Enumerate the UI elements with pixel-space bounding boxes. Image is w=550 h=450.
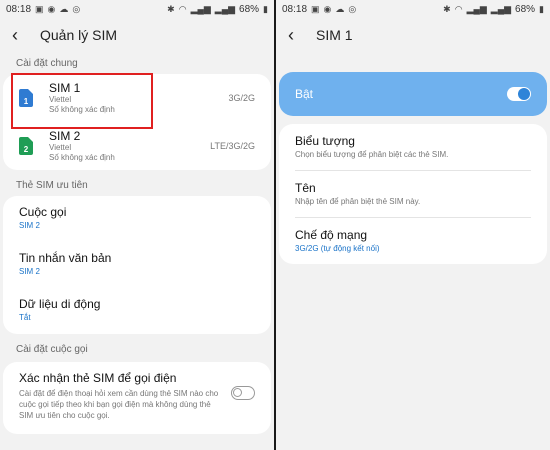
bluetooth-icon: ✱: [443, 3, 451, 14]
sim-carrier: Viettel: [49, 143, 72, 152]
battery-percent: 68%: [239, 3, 260, 15]
signal-2-icon: ▂▄▆: [214, 3, 236, 14]
call-settings-card: Xác nhận thẻ SIM để gọi điện Cài đặt để …: [3, 362, 271, 434]
signal-2-icon: ▂▄▆: [490, 3, 512, 14]
setting-desc: Nhập tên để phân biệt thẻ SIM này.: [295, 197, 421, 206]
sim-network: 3G/2G: [228, 93, 255, 103]
back-arrow-icon[interactable]: ‹: [12, 25, 34, 46]
preferred-data-item[interactable]: Dữ liệu di động Tắt: [3, 288, 271, 334]
status-time: 08:18: [282, 3, 308, 15]
signal-icon: ▂▄▆: [190, 3, 211, 14]
confirm-title: Xác nhận thẻ SIM để gọi điện: [19, 371, 177, 385]
sim-settings-card: Biểu tượng Chọn biểu tượng để phân biệt …: [279, 124, 547, 264]
cloud-icon: ☁: [335, 3, 345, 14]
sim-2-row[interactable]: 2 SIM 2 Viettel Số không xác định LTE/3G…: [3, 122, 271, 170]
sim-icon-setting[interactable]: Biểu tượng Chọn biểu tượng để phân biệt …: [279, 124, 547, 170]
notification-icon: ◉: [323, 3, 332, 14]
setting-desc: Chọn biểu tượng để phân biệt các thẻ SIM…: [295, 150, 449, 159]
confirm-sim-toggle[interactable]: [231, 386, 255, 400]
circle-icon: ◎: [348, 3, 357, 14]
pref-title: Tin nhắn văn bản: [19, 251, 112, 265]
wifi-icon: ◠: [178, 3, 187, 14]
preferred-calls-item[interactable]: Cuộc gọi SIM 2: [3, 196, 271, 242]
network-mode-setting[interactable]: Chế độ mạng 3G/2G (tự động kết nối): [279, 218, 547, 264]
sim-name-setting[interactable]: Tên Nhập tên để phân biệt thẻ SIM này.: [279, 171, 547, 217]
sim-manager-screen: 08:18 ▣ ◉ ☁ ◎ ✱ ◠ ▂▄▆ ▂▄▆ 68% ▮ ‹ Quản l…: [0, 0, 274, 450]
sim-list-card: 1 SIM 1 Viettel Số không xác định 3G/2G …: [3, 73, 271, 170]
sim-enable-bar[interactable]: Bật: [279, 72, 547, 116]
app-bar: ‹ Quản lý SIM: [0, 18, 274, 52]
page-title: Quản lý SIM: [40, 27, 118, 43]
cloud-icon: ☁: [59, 3, 69, 14]
setting-value: 3G/2G (tự động kết nối): [295, 244, 380, 253]
general-settings-header: Cài đặt chung: [16, 58, 78, 69]
battery-icon: ▮: [539, 3, 544, 14]
signal-icon: ▂▄▆: [466, 3, 487, 14]
circle-icon: ◎: [72, 3, 81, 14]
sim-enable-label: Bật: [295, 87, 314, 101]
pref-title: Dữ liệu di động: [19, 297, 101, 311]
notification-icon: ◉: [47, 3, 56, 14]
back-arrow-icon[interactable]: ‹: [288, 25, 310, 46]
preferred-messages-item[interactable]: Tin nhắn văn bản SIM 2: [3, 242, 271, 288]
setting-title: Tên: [295, 181, 316, 195]
status-bar: 08:18 ▣ ◉ ☁ ◎ ✱ ◠ ▂▄▆ ▂▄▆ 68% ▮: [0, 0, 274, 18]
call-settings-header: Cài đặt cuộc gọi: [16, 344, 88, 355]
setting-title: Biểu tượng: [295, 134, 355, 148]
confirm-sim-item[interactable]: Xác nhận thẻ SIM để gọi điện Cài đặt để …: [3, 362, 271, 434]
status-bar: 08:18 ▣ ◉ ☁ ◎ ✱ ◠ ▂▄▆ ▂▄▆ 68% ▮: [276, 0, 550, 18]
sim-1-screen: 08:18 ▣ ◉ ☁ ◎ ✱ ◠ ▂▄▆ ▂▄▆ 68% ▮ ‹ SIM 1 …: [276, 0, 550, 450]
image-icon: ▣: [35, 3, 44, 14]
sim-card-icon: 2: [19, 137, 33, 155]
sim-enable-toggle[interactable]: [507, 87, 531, 101]
bluetooth-icon: ✱: [167, 3, 175, 14]
page-title: SIM 1: [316, 27, 353, 43]
image-icon: ▣: [311, 3, 320, 14]
pref-value: Tắt: [19, 313, 31, 322]
pref-value: SIM 2: [19, 221, 40, 230]
setting-title: Chế độ mạng: [295, 228, 368, 242]
preferred-sim-header: Thẻ SIM ưu tiên: [16, 180, 88, 191]
sim-network: LTE/3G/2G: [210, 141, 255, 151]
preferred-sim-card: Cuộc gọi SIM 2 Tin nhắn văn bản SIM 2 Dữ…: [3, 196, 271, 334]
battery-icon: ▮: [263, 3, 268, 14]
sim-name: SIM 2: [49, 129, 81, 143]
sim-number: Số không xác định: [49, 153, 115, 162]
pref-title: Cuộc gọi: [19, 205, 67, 219]
sim-1-row[interactable]: 1 SIM 1 Viettel Số không xác định 3G/2G: [3, 73, 271, 129]
app-bar: ‹ SIM 1: [276, 18, 550, 52]
confirm-desc: Cài đặt để điện thoại hỏi xem cần dùng t…: [19, 389, 219, 420]
pref-value: SIM 2: [19, 267, 40, 276]
status-time: 08:18: [6, 3, 32, 15]
battery-percent: 68%: [515, 3, 536, 15]
sim-card-icon: 1: [19, 89, 33, 107]
wifi-icon: ◠: [454, 3, 463, 14]
